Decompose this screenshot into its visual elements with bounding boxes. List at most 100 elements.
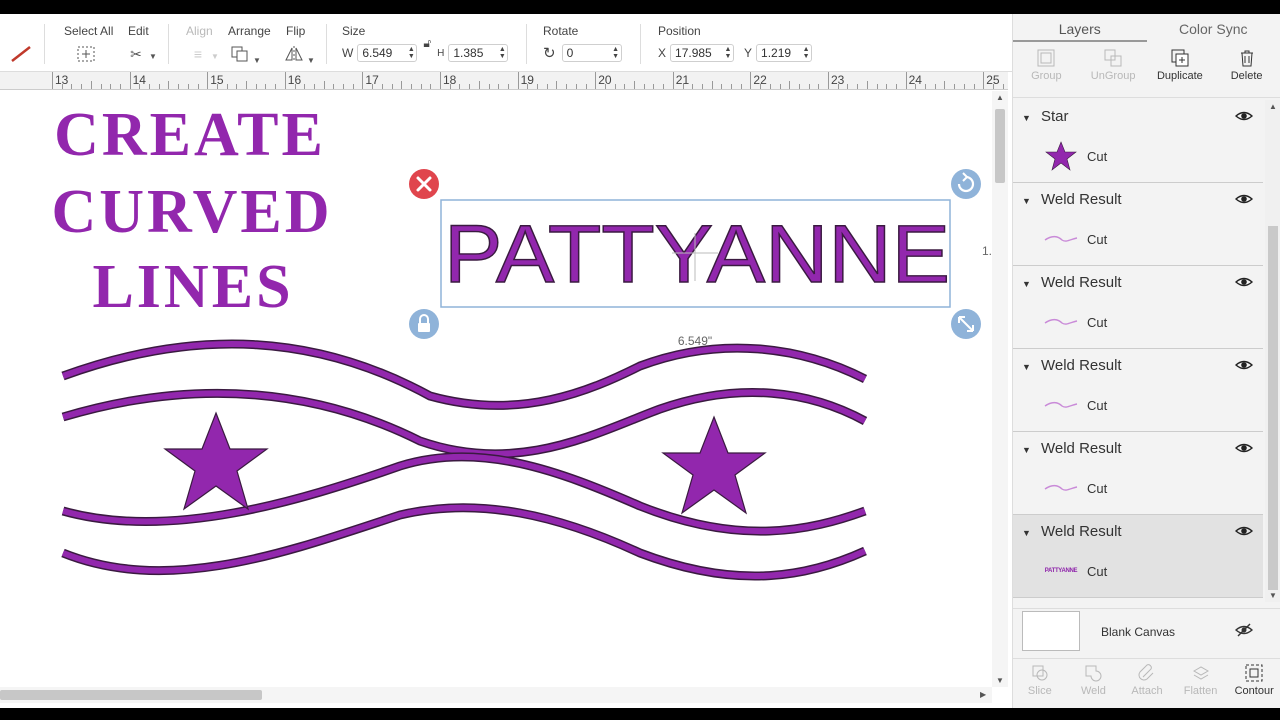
eye-icon[interactable]	[1234, 109, 1254, 125]
layer-thumbnail	[1043, 307, 1079, 337]
scroll-down-arrow-icon[interactable]: ▼	[1269, 591, 1277, 600]
eye-hidden-icon[interactable]	[1234, 623, 1254, 640]
layer-item[interactable]: ▼ Weld Result Cut	[1013, 183, 1263, 266]
eye-icon[interactable]	[1234, 524, 1254, 540]
eye-icon[interactable]	[1234, 192, 1254, 208]
arrange-button[interactable]: Arrange ▼	[228, 24, 271, 66]
lock-aspect-icon[interactable]: 🔓︎	[423, 36, 431, 51]
eye-icon[interactable]	[1234, 441, 1254, 457]
chevron-down-icon[interactable]: ▼	[1022, 362, 1031, 372]
eye-icon[interactable]	[1234, 275, 1254, 291]
select-all-button[interactable]: Select All	[64, 24, 113, 66]
layer-operation[interactable]: Cut	[1087, 149, 1107, 164]
contour-button[interactable]: Contour	[1227, 659, 1280, 708]
layer-operation[interactable]: Cut	[1087, 398, 1107, 413]
width-stepper[interactable]: ▲ ▼	[406, 46, 416, 60]
lock-handle[interactable]	[409, 309, 439, 339]
tab-color-sync[interactable]: Color Sync	[1147, 14, 1280, 42]
rotate-input[interactable]: 0 ▲ ▼	[561, 44, 622, 62]
ruler-tick	[216, 84, 218, 89]
ruler-tick	[119, 84, 121, 89]
chevron-down-icon[interactable]: ▼	[1022, 445, 1031, 455]
ruler-tick	[643, 84, 645, 89]
canvas-vertical-scrollbar[interactable]: ▲ ▼	[992, 91, 1008, 687]
edit-button[interactable]: Edit ✂ ▼	[124, 24, 157, 64]
resize-handle[interactable]	[951, 309, 981, 339]
layer-operation[interactable]: Cut	[1087, 481, 1107, 496]
ruler-tick	[595, 72, 597, 89]
vertical-scroll-thumb[interactable]	[995, 109, 1005, 183]
linetype-pen-icon[interactable]	[8, 44, 36, 64]
width-readout: 6.549"	[678, 334, 712, 348]
layer-thumbnail	[1043, 141, 1079, 171]
scroll-right-arrow-icon[interactable]: ▶	[980, 690, 986, 699]
ruler-tick	[760, 84, 762, 89]
duplicate-button[interactable]: Duplicate	[1147, 42, 1214, 97]
x-position-input[interactable]: 17.985 ▲ ▼	[670, 44, 735, 62]
layers-scrollbar[interactable]: ▲ ▼	[1265, 100, 1280, 602]
star-shape-left[interactable]	[163, 411, 269, 511]
chevron-down-icon[interactable]: ▼	[1022, 279, 1031, 289]
ruler-tick	[624, 84, 626, 89]
attach-label: Attach	[1131, 685, 1163, 697]
title-line-lines[interactable]: LINES	[92, 253, 293, 321]
scroll-up-arrow-icon[interactable]: ▲	[996, 93, 1004, 102]
height-stepper[interactable]: ▲ ▼	[497, 46, 507, 60]
layer-operation[interactable]: Cut	[1087, 232, 1107, 247]
blank-canvas-swatch[interactable]	[1022, 611, 1080, 651]
layer-item[interactable]: ▼ Star Cut	[1013, 100, 1263, 183]
layers-scroll-thumb[interactable]	[1268, 226, 1278, 590]
star-shape-right[interactable]	[661, 415, 767, 515]
scroll-down-arrow-icon[interactable]: ▼	[996, 676, 1004, 685]
ruler-tick	[779, 84, 781, 89]
layer-name: Star	[1041, 108, 1069, 125]
layer-item[interactable]: ▼ Weld Result PATTYANNE Cut	[1013, 515, 1263, 598]
pattyanne-text: PATTYANNE	[444, 209, 950, 300]
rotate-stepper[interactable]: ▲ ▼	[611, 46, 621, 60]
title-line-curved[interactable]: CURVED	[51, 178, 332, 246]
ruler-tick	[381, 84, 383, 89]
align-button: Align ≡ ▼	[186, 24, 219, 64]
ruler-tick	[168, 81, 170, 89]
ruler-tick	[294, 84, 296, 89]
width-input[interactable]: 6.549 ▲ ▼	[357, 44, 418, 62]
layer-operation[interactable]: Cut	[1087, 315, 1107, 330]
chevron-down-icon[interactable]: ▼	[1022, 113, 1031, 123]
layer-item[interactable]: ▼ Weld Result Cut	[1013, 432, 1263, 515]
chevron-down-icon[interactable]: ▼	[1022, 196, 1031, 206]
scroll-up-arrow-icon[interactable]: ▲	[1269, 102, 1277, 111]
height-readout: 1.	[982, 244, 992, 258]
x-position-stepper[interactable]: ▲ ▼	[723, 46, 733, 60]
ruler-tick	[983, 72, 985, 89]
align-label: Align	[186, 24, 213, 38]
group-icon	[1036, 48, 1056, 70]
size-group: Size W 6.549 ▲ ▼ 🔓︎ H 1.385 ▲ ▼	[342, 24, 509, 62]
ruler-tick	[566, 84, 568, 89]
chevron-down-icon[interactable]: ▼	[1022, 528, 1031, 538]
ruler-tick	[934, 84, 936, 89]
layer-item[interactable]: ▼ Weld Result Cut	[1013, 349, 1263, 432]
height-input[interactable]: 1.385 ▲ ▼	[448, 44, 509, 62]
layer-operation[interactable]: Cut	[1087, 564, 1107, 579]
ruler-tick	[469, 84, 471, 89]
blank-canvas-row[interactable]: Blank Canvas	[1013, 608, 1280, 658]
layers-panel: Layers Color Sync Group UnGroup Duplicate D…	[1012, 14, 1280, 708]
ruler-tick	[440, 72, 441, 89]
delete-button[interactable]: Delete	[1213, 42, 1280, 97]
tab-layers[interactable]: Layers	[1013, 14, 1147, 42]
title-line-create[interactable]: CREATE	[54, 101, 326, 169]
delete-handle[interactable]	[409, 169, 439, 199]
canvas-horizontal-scrollbar[interactable]: ▶	[0, 687, 992, 703]
ruler-tick	[61, 84, 63, 89]
layer-item[interactable]: ▼ Weld Result Cut	[1013, 266, 1263, 349]
design-canvas[interactable]: CREATE CURVED LINES PATTYANNE 6.549" 1.	[0, 91, 992, 687]
pattyanne-text-object[interactable]: PATTYANNE	[443, 208, 950, 300]
eye-icon[interactable]	[1234, 358, 1254, 374]
horizontal-scroll-thumb[interactable]	[0, 690, 262, 700]
y-position-stepper[interactable]: ▲ ▼	[801, 46, 811, 60]
ruler-tick	[488, 84, 490, 89]
flip-button[interactable]: Flip ▼	[282, 24, 315, 66]
rotate-handle[interactable]	[951, 169, 981, 199]
y-position-input[interactable]: 1.219 ▲ ▼	[756, 44, 813, 62]
height-prefix: H	[437, 47, 445, 59]
